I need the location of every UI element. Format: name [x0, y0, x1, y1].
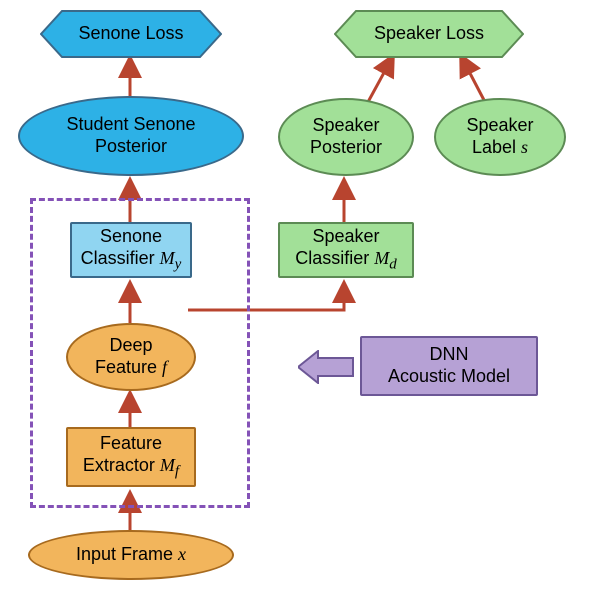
label-sub: d: [389, 257, 397, 273]
label-line1: Deep: [109, 335, 152, 355]
label-line1: Feature: [100, 433, 162, 453]
deep-feature-node: Deep Feature f: [66, 323, 196, 391]
label-var: M: [374, 248, 389, 268]
speaker-label-node: Speaker Label s: [434, 98, 566, 176]
block-arrow-icon: [298, 350, 354, 384]
label-line1: Speaker: [312, 226, 379, 246]
speaker-posterior-node: Speaker Posterior: [278, 98, 414, 176]
label-var: s: [521, 137, 528, 157]
label-var: M: [160, 455, 175, 475]
label-var: x: [178, 544, 186, 564]
speaker-loss-node: Speaker Loss: [334, 10, 524, 58]
senone-classifier-node: Senone Classifier My: [70, 222, 192, 278]
senone-loss-label: Senone Loss: [78, 23, 183, 45]
label-line2: Posterior: [310, 137, 382, 157]
label-line1: DNN: [430, 344, 469, 364]
speaker-loss-label: Speaker Loss: [374, 23, 484, 45]
label-sub: y: [175, 257, 182, 273]
dnn-acoustic-model-label-node: DNN Acoustic Model: [360, 336, 538, 396]
label-line2a: Label: [472, 137, 521, 157]
label-line2: Posterior: [95, 136, 167, 156]
student-senone-posterior-node: Student Senone Posterior: [18, 96, 244, 176]
label-line1: Student Senone: [66, 114, 195, 134]
input-frame-node: Input Frame x: [28, 530, 234, 580]
label-line2a: Classifier: [81, 248, 160, 268]
label-sub: f: [175, 464, 179, 480]
label-line1: Senone: [100, 226, 162, 246]
label-line1: Speaker: [312, 115, 379, 135]
label-line2a: Classifier: [295, 248, 374, 268]
speaker-classifier-node: Speaker Classifier Md: [278, 222, 414, 278]
label-var: f: [162, 357, 167, 377]
label-line2a: Extractor: [83, 455, 160, 475]
label-line2: Acoustic Model: [388, 366, 510, 386]
label-line2a: Feature: [95, 357, 162, 377]
senone-loss-node: Senone Loss: [40, 10, 222, 58]
label-line1: Speaker: [466, 115, 533, 135]
feature-extractor-node: Feature Extractor Mf: [66, 427, 196, 487]
label-a: Input Frame: [76, 544, 178, 564]
label-var: M: [160, 248, 175, 268]
